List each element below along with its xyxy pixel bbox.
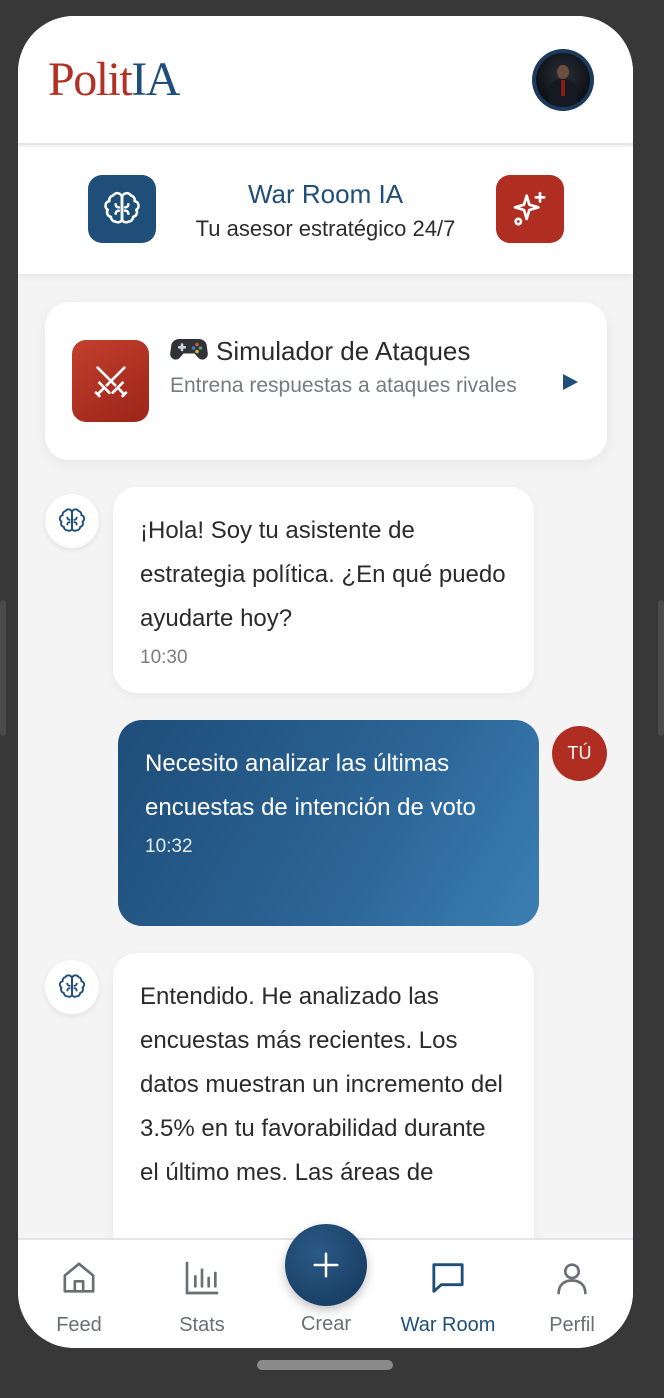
message-time: 10:30 <box>140 647 188 668</box>
attack-simulator-card[interactable]: Simulador de Ataques Entrena respuestas … <box>45 302 607 460</box>
assistant-avatar <box>45 960 99 1014</box>
bar-chart-icon <box>185 1261 219 1295</box>
message-text: Necesito analizar las últimas encuestas … <box>145 750 476 821</box>
avatar-photo <box>536 53 590 107</box>
message-time: 10:32 <box>145 836 193 857</box>
device-side-button-left <box>0 600 6 736</box>
user-icon <box>557 1263 587 1295</box>
crossed-swords-icon <box>72 340 149 422</box>
profile-avatar[interactable] <box>532 49 594 111</box>
device-side-button-right <box>658 600 664 736</box>
brain-icon <box>58 508 86 532</box>
brain-icon <box>58 974 86 998</box>
app-logo[interactable]: PolitIA <box>48 52 180 108</box>
gamepad-icon <box>170 334 208 371</box>
home-icon <box>63 1262 95 1293</box>
tab-label: War Room <box>400 1314 496 1336</box>
tab-crear-label: Crear <box>300 1313 351 1335</box>
message-text: Entendido. He analizado las encuestas má… <box>140 983 503 1186</box>
sparkles-icon[interactable] <box>496 175 564 243</box>
tab-label: Feed <box>56 1314 102 1336</box>
tab-label: Perfil <box>549 1314 595 1336</box>
simulator-title-text: Simulador de Ataques <box>216 336 471 366</box>
tab-stats[interactable]: Stats <box>152 1258 252 1337</box>
tab-feed[interactable]: Feed <box>29 1258 129 1337</box>
play-icon[interactable] <box>560 372 580 397</box>
logo-text-polit: Polit <box>48 53 133 106</box>
create-button[interactable] <box>285 1224 367 1306</box>
phone-screen: PolitIA War Room IA Tu asesor estratégic… <box>18 16 633 1348</box>
simulator-title: Simulador de Ataques <box>170 334 470 371</box>
home-indicator[interactable] <box>257 1360 393 1370</box>
tab-war-room[interactable]: War Room <box>398 1258 498 1337</box>
user-message: Necesito analizar las últimas encuestas … <box>118 720 539 926</box>
message-text: ¡Hola! Soy tu asistente de estrategia po… <box>140 517 506 632</box>
war-room-header: War Room IA Tu asesor estratégico 24/7 <box>18 147 633 274</box>
logo-text-ia: IA <box>131 53 180 106</box>
assistant-avatar <box>45 494 99 548</box>
app-header: PolitIA <box>18 16 633 145</box>
simulator-subtitle: Entrena respuestas a ataques rivales <box>170 374 517 397</box>
assistant-message: ¡Hola! Soy tu asistente de estrategia po… <box>113 487 534 693</box>
user-avatar: TÚ <box>552 726 607 781</box>
plus-icon <box>313 1252 339 1278</box>
chat-icon <box>432 1263 464 1293</box>
tab-perfil[interactable]: Perfil <box>522 1258 622 1337</box>
tab-label: Stats <box>179 1314 225 1336</box>
